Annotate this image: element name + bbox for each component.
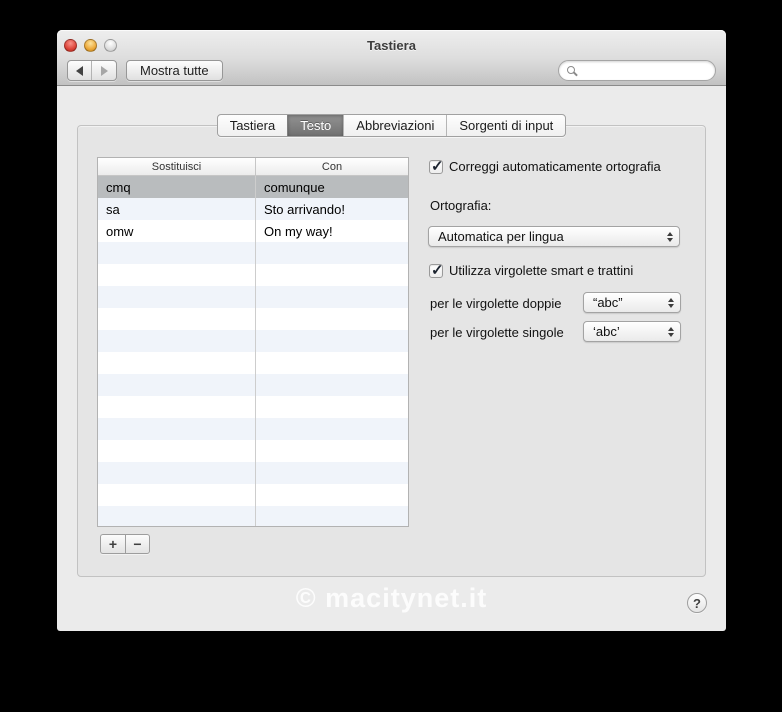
desktop-background: Tastiera Mostra tutte Tastiera Testo Abbre… <box>0 0 782 712</box>
table-row[interactable] <box>98 374 408 396</box>
cell-sostituisci <box>98 506 256 526</box>
cell-con <box>256 418 408 440</box>
table-row[interactable]: sa Sto arrivando! <box>98 198 408 220</box>
cell-sostituisci <box>98 418 256 440</box>
watermark: © macitynet.it <box>295 583 488 613</box>
cell-sostituisci <box>98 440 256 462</box>
cell-con <box>256 462 408 484</box>
column-header-con[interactable]: Con <box>256 158 408 175</box>
tab-testo[interactable]: Testo <box>287 115 344 136</box>
forward-arrow-icon <box>100 65 108 76</box>
tab-bar: Tastiera Testo Abbreviazioni Sorgenti di in… <box>57 114 726 137</box>
cell-con <box>256 286 408 308</box>
cell-con <box>256 440 408 462</box>
cell-sostituisci <box>98 396 256 418</box>
table-row[interactable] <box>98 462 408 484</box>
cell-sostituisci <box>98 462 256 484</box>
table-header-row: Sostituisci Con <box>98 158 408 176</box>
cell-con <box>256 506 408 526</box>
tab-sorgenti-di-input[interactable]: Sorgenti di input <box>446 115 565 136</box>
table-row[interactable] <box>98 308 408 330</box>
window-title: Tastiera <box>367 38 416 53</box>
column-header-sostituisci[interactable]: Sostituisci <box>98 158 256 175</box>
table-row[interactable] <box>98 418 408 440</box>
cell-sostituisci <box>98 484 256 506</box>
preferences-window: Tastiera Mostra tutte Tastiera Testo Abbre… <box>57 30 726 631</box>
add-button[interactable]: + <box>100 534 125 554</box>
table-row[interactable] <box>98 242 408 264</box>
table-row[interactable] <box>98 352 408 374</box>
substitutions-table: Sostituisci Con cmq comunque sa Sto arrivan… <box>97 157 409 527</box>
cell-con <box>256 352 408 374</box>
double-quotes-select[interactable]: “abc” <box>583 292 681 313</box>
help-button[interactable]: ? <box>687 593 707 613</box>
cell-sostituisci: sa <box>98 198 256 220</box>
cell-con <box>256 374 408 396</box>
cell-sostituisci: cmq <box>98 176 256 198</box>
table-row[interactable]: omw On my way! <box>98 220 408 242</box>
cell-sostituisci <box>98 264 256 286</box>
close-button[interactable] <box>64 39 77 52</box>
cell-sostituisci <box>98 242 256 264</box>
autocorrect-option[interactable]: Correggi automaticamente ortografia <box>429 157 661 175</box>
cell-con <box>256 396 408 418</box>
cell-sostituisci <box>98 330 256 352</box>
minimize-button[interactable] <box>84 39 97 52</box>
cell-sostituisci <box>98 374 256 396</box>
table-row[interactable] <box>98 286 408 308</box>
cell-sostituisci <box>98 308 256 330</box>
table-row[interactable] <box>98 330 408 352</box>
single-quotes-label: per le virgolette singole <box>430 325 564 340</box>
spelling-label: Ortografia: <box>430 198 492 213</box>
remove-button[interactable]: − <box>125 534 150 554</box>
cell-con <box>256 264 408 286</box>
traffic-lights <box>64 39 117 52</box>
cell-con: comunque <box>264 179 325 195</box>
search-input[interactable] <box>558 60 716 81</box>
cell-sostituisci <box>98 286 256 308</box>
updown-arrows-icon <box>668 322 674 341</box>
tab-tastiera[interactable]: Tastiera <box>218 115 288 136</box>
tab-abbreviazioni[interactable]: Abbreviazioni <box>343 115 446 136</box>
cell-con <box>256 242 408 264</box>
nav-button-group <box>67 60 117 81</box>
cell-sostituisci <box>98 352 256 374</box>
table-row[interactable]: cmq comunque <box>98 176 408 198</box>
cell-con: On my way! <box>264 223 333 239</box>
smart-quotes-option[interactable]: Utilizza virgolette smart e trattini <box>429 261 634 279</box>
autocorrect-label: Correggi automaticamente ortografia <box>449 159 661 174</box>
back-button[interactable] <box>68 61 92 80</box>
cell-con <box>256 308 408 330</box>
cell-con: Sto arrivando! <box>264 201 345 217</box>
back-arrow-icon <box>76 65 83 76</box>
table-body: cmq comunque sa Sto arrivando! omw On my way! <box>98 176 408 526</box>
spelling-selected-value: Automatica per lingua <box>438 229 564 244</box>
double-quotes-selected-value: “abc” <box>593 295 623 310</box>
cell-con <box>256 484 408 506</box>
table-row[interactable] <box>98 396 408 418</box>
table-row[interactable] <box>98 484 408 506</box>
single-quotes-selected-value: ‘abc’ <box>593 324 620 339</box>
titlebar[interactable]: Tastiera Mostra tutte <box>57 30 726 86</box>
single-quotes-select[interactable]: ‘abc’ <box>583 321 681 342</box>
table-row[interactable] <box>98 506 408 526</box>
table-row[interactable] <box>98 264 408 286</box>
autocorrect-checkbox[interactable] <box>429 157 444 175</box>
updown-arrows-icon <box>668 293 674 312</box>
table-row[interactable] <box>98 440 408 462</box>
cell-con <box>256 330 408 352</box>
smart-quotes-label: Utilizza virgolette smart e trattini <box>449 263 634 278</box>
tab-segmented-control: Tastiera Testo Abbreviazioni Sorgenti di in… <box>216 114 567 137</box>
updown-arrows-icon <box>667 227 673 246</box>
add-remove-control: + − <box>100 534 150 554</box>
spelling-select[interactable]: Automatica per lingua <box>428 226 680 247</box>
search-icon <box>567 66 575 74</box>
cell-sostituisci: omw <box>98 220 256 242</box>
smart-quotes-checkbox[interactable] <box>429 261 444 279</box>
show-all-button[interactable]: Mostra tutte <box>126 60 223 81</box>
forward-button[interactable] <box>92 61 116 80</box>
zoom-button[interactable] <box>104 39 117 52</box>
double-quotes-label: per le virgolette doppie <box>430 296 562 311</box>
